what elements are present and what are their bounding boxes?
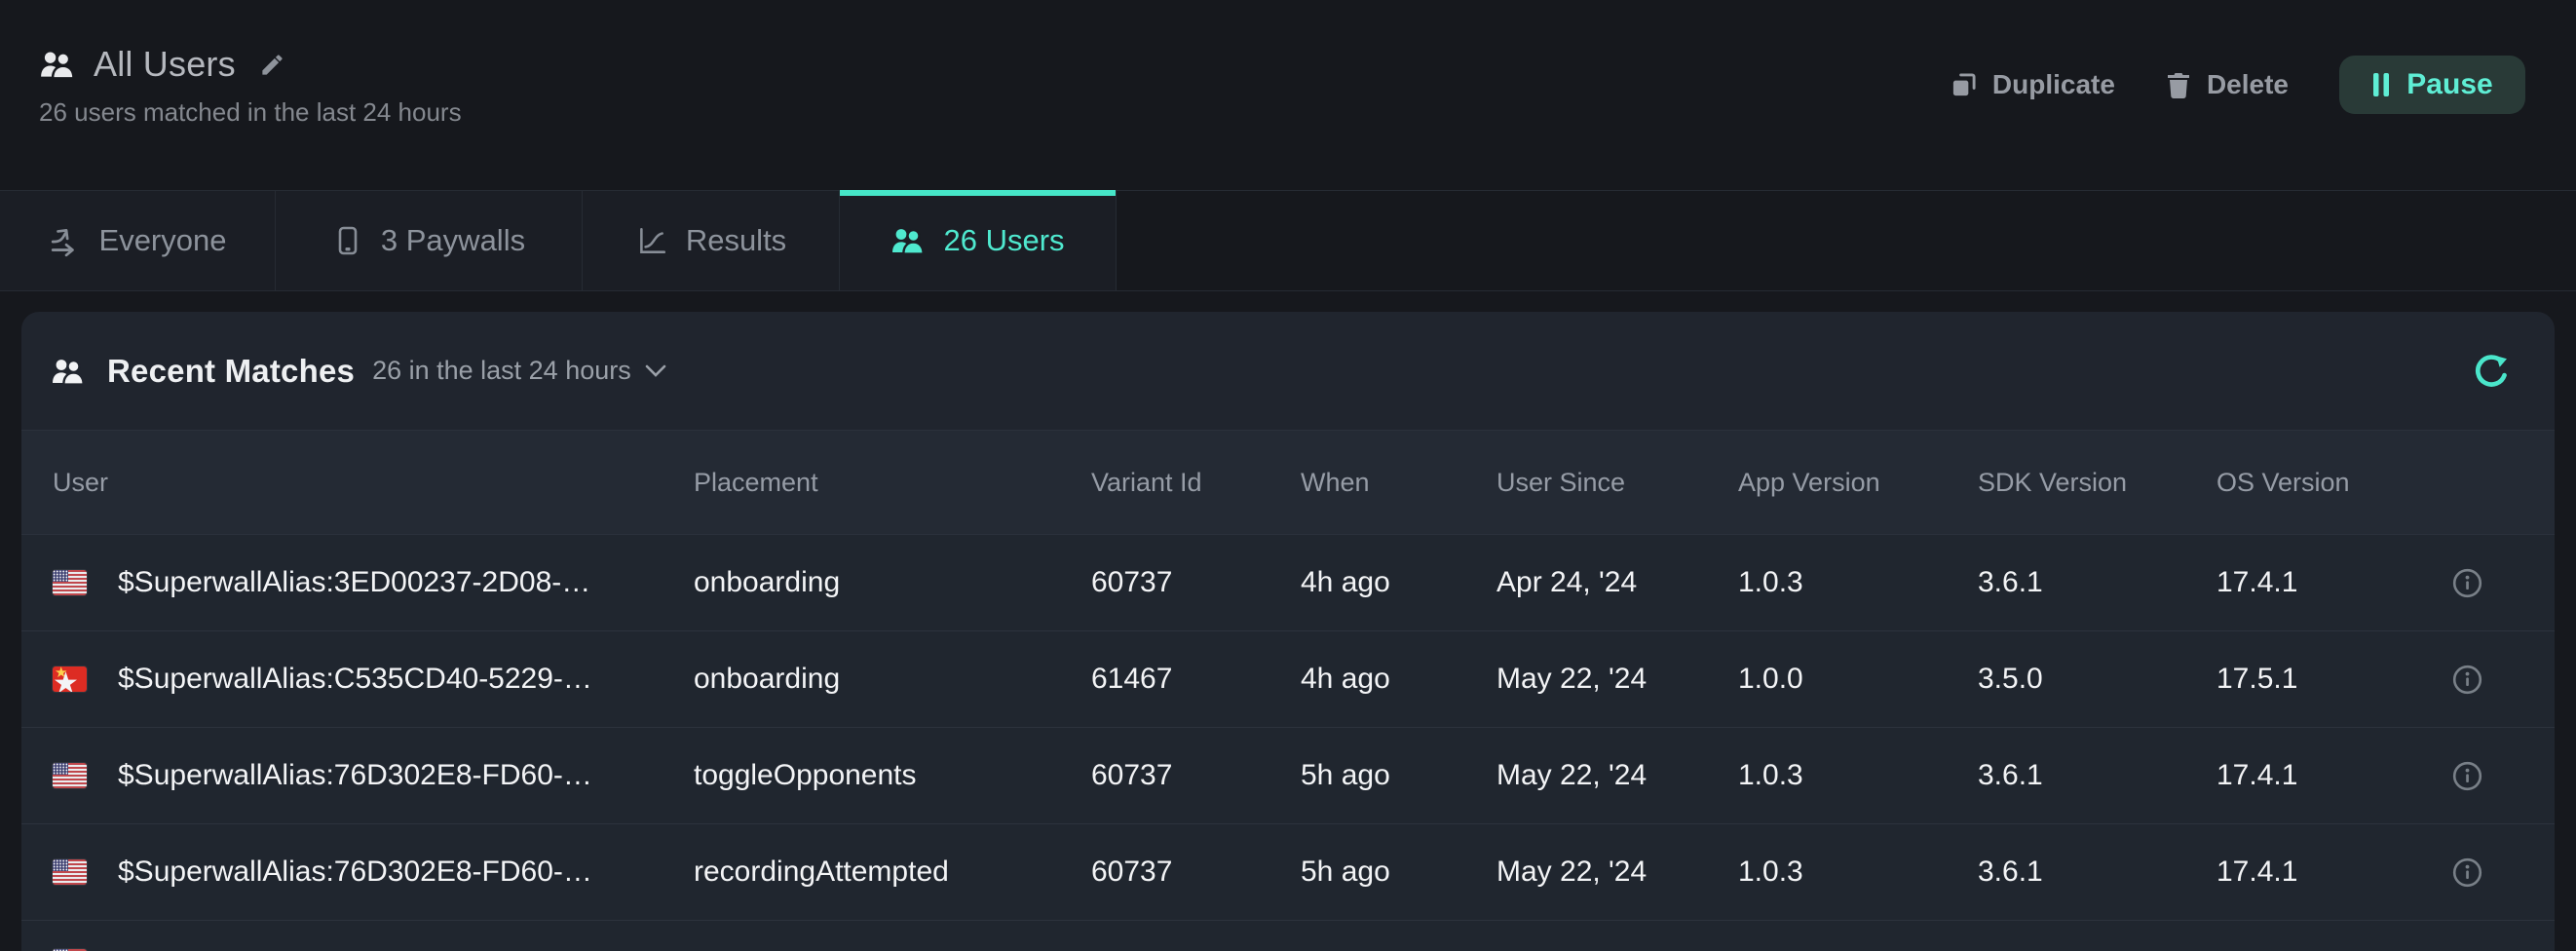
when-cell: 4h ago: [1301, 663, 1496, 696]
sdk-version-cell: 3.6.1: [1978, 856, 2216, 889]
table-row[interactable]: $SuperwallAlias:C535CD40-5229-… onboardi…: [21, 631, 2555, 728]
os-version-cell: 17.4.1: [2216, 566, 2406, 599]
pause-button[interactable]: Pause: [2339, 56, 2525, 114]
audience-split-icon: [49, 224, 82, 257]
refresh-button[interactable]: [2467, 347, 2516, 396]
column-header: User Since: [1496, 468, 1738, 498]
sdk-version-cell: 3.6.1: [1978, 566, 2216, 599]
page-header: All Users 26 users matched in the last 2…: [0, 0, 2576, 190]
tab-users[interactable]: 26 Users: [840, 191, 1117, 290]
tab-bar: Everyone 3 Paywalls Results 26 Users: [0, 190, 2576, 291]
refresh-icon: [2471, 351, 2512, 392]
column-header: App Version: [1738, 468, 1978, 498]
panel-title: Recent Matches: [107, 353, 355, 390]
column-header: When: [1301, 468, 1496, 498]
user-alias: $SuperwallAlias:3ED00237-2D08-…: [118, 566, 590, 599]
info-icon: [2452, 568, 2482, 598]
info-icon: [2452, 665, 2482, 695]
user-since-cell: Apr 24, '24: [1496, 566, 1738, 599]
column-header: User: [21, 468, 694, 498]
page-title: All Users: [94, 44, 236, 85]
placement-cell: onboarding: [694, 663, 1091, 696]
country-flag: [53, 859, 87, 885]
users-icon: [39, 48, 76, 81]
duplicate-button[interactable]: Duplicate: [1951, 69, 2115, 100]
page-subtitle: 26 users matched in the last 24 hours: [39, 97, 462, 128]
placement-cell: toggleOpponents: [694, 759, 1091, 792]
users-icon: [51, 356, 86, 387]
os-version-cell: 17.4.1: [2216, 759, 2406, 792]
user-alias: $SuperwallAlias:76D302E8-FD60-…: [118, 759, 592, 792]
user-alias: $SuperwallAlias:C535CD40-5229-…: [118, 663, 592, 696]
pause-icon: [2371, 72, 2391, 97]
info-button[interactable]: [2452, 761, 2482, 791]
phone-icon: [332, 224, 363, 257]
tab-results[interactable]: Results: [583, 191, 840, 290]
table-row[interactable]: $SuperwallAlias:3ED00237-2D08-… onboardi…: [21, 535, 2555, 631]
duplicate-icon: [1951, 72, 1977, 98]
table-header-row: User Placement Variant Id When User Sinc…: [21, 431, 2555, 535]
when-cell: 4h ago: [1301, 566, 1496, 599]
placement-cell: recordingAttempted: [694, 856, 1091, 889]
tab-everyone[interactable]: Everyone: [0, 191, 276, 290]
column-header: Variant Id: [1091, 468, 1301, 498]
info-button[interactable]: [2452, 665, 2482, 695]
info-button[interactable]: [2452, 857, 2482, 888]
table-body: $SuperwallAlias:3ED00237-2D08-… onboardi…: [21, 535, 2555, 921]
placement-cell: onboarding: [694, 566, 1091, 599]
user-since-cell: May 22, '24: [1496, 759, 1738, 792]
user-since-cell: May 22, '24: [1496, 856, 1738, 889]
country-flag: [53, 763, 87, 788]
column-header: SDK Version: [1978, 468, 2216, 498]
country-flag: [53, 570, 87, 595]
sdk-version-cell: 3.5.0: [1978, 663, 2216, 696]
trash-icon: [2166, 71, 2191, 98]
app-version-cell: 1.0.0: [1738, 663, 1978, 696]
table-row[interactable]: $SuperwallAlias:76D302E8-FD60-… toggleOp…: [21, 728, 2555, 824]
table-row[interactable]: $SuperwallAlias:76D302E8-FD60-… recordin…: [21, 824, 2555, 921]
variant-id-cell: 60737: [1091, 856, 1301, 889]
user-since-cell: May 22, '24: [1496, 663, 1738, 696]
variant-id-cell: 60737: [1091, 759, 1301, 792]
variant-id-cell: 60737: [1091, 566, 1301, 599]
when-cell: 5h ago: [1301, 856, 1496, 889]
recent-matches-panel: Recent Matches 26 in the last 24 hours U…: [21, 312, 2555, 951]
variant-id-cell: 61467: [1091, 663, 1301, 696]
info-button[interactable]: [2452, 568, 2482, 598]
table-row-partial: [21, 921, 2555, 951]
sdk-version-cell: 3.6.1: [1978, 759, 2216, 792]
chart-curve-icon: [635, 224, 668, 257]
column-header: OS Version: [2216, 468, 2406, 498]
os-version-cell: 17.4.1: [2216, 856, 2406, 889]
os-version-cell: 17.5.1: [2216, 663, 2406, 696]
app-version-cell: 1.0.3: [1738, 566, 1978, 599]
time-range-dropdown[interactable]: 26 in the last 24 hours: [372, 356, 666, 386]
column-header: Placement: [694, 468, 1091, 498]
app-version-cell: 1.0.3: [1738, 759, 1978, 792]
info-icon: [2452, 857, 2482, 888]
tab-paywalls[interactable]: 3 Paywalls: [276, 191, 583, 290]
users-icon: [890, 225, 926, 256]
info-icon: [2452, 761, 2482, 791]
pencil-icon[interactable]: [259, 52, 285, 78]
user-alias: $SuperwallAlias:76D302E8-FD60-…: [118, 856, 592, 889]
chevron-down-icon: [645, 364, 666, 378]
panel-header: Recent Matches 26 in the last 24 hours: [21, 312, 2555, 431]
country-flag: [53, 666, 87, 692]
when-cell: 5h ago: [1301, 759, 1496, 792]
app-version-cell: 1.0.3: [1738, 856, 1978, 889]
delete-button[interactable]: Delete: [2166, 69, 2289, 100]
